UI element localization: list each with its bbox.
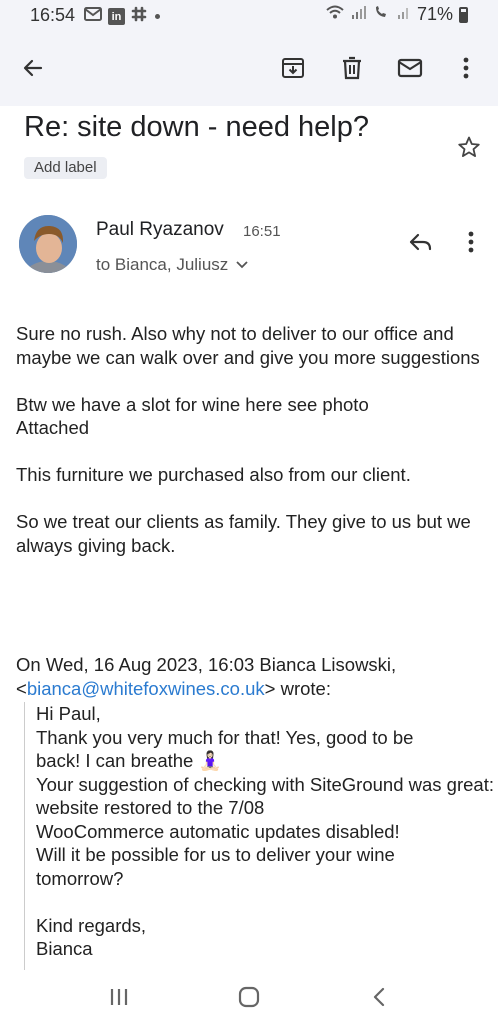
body-paragraph: This furniture we purchased also from ou… xyxy=(16,464,411,485)
quote-line: Thank you very much for that! Yes, good … xyxy=(36,726,414,772)
quote-header: On Wed, 16 Aug 2023, 16:03 Bianca Lisows… xyxy=(16,654,397,675)
quote-line: Will it be possible for us to deliver yo… xyxy=(36,844,395,889)
recent-apps-button[interactable] xyxy=(104,982,134,1012)
star-button[interactable] xyxy=(452,130,486,164)
star-icon xyxy=(458,136,480,157)
back-nav-icon xyxy=(373,987,385,1007)
more-notifications-dot xyxy=(155,14,160,19)
signal-icon-2 xyxy=(397,4,411,25)
delete-icon xyxy=(343,56,361,80)
reply-icon xyxy=(409,233,432,251)
slack-icon xyxy=(131,6,147,27)
mark-unread-button[interactable] xyxy=(392,50,428,86)
reply-button[interactable] xyxy=(404,227,438,257)
quote-line: Kind regards, xyxy=(36,914,147,936)
linkedin-icon: in xyxy=(108,8,125,25)
delete-button[interactable] xyxy=(334,50,370,86)
battery-icon xyxy=(459,6,468,23)
message-body: Sure no rush. Also why not to deliver to… xyxy=(16,322,486,557)
chevron-down-icon xyxy=(236,261,248,269)
home-button[interactable] xyxy=(234,982,264,1012)
navigation-bar xyxy=(0,970,498,1024)
mark-unread-icon xyxy=(397,58,423,78)
archive-icon xyxy=(282,58,304,78)
message-more-button[interactable] xyxy=(456,227,486,257)
back-button[interactable] xyxy=(15,50,51,86)
message-time: 16:51 xyxy=(243,223,281,240)
avatar[interactable] xyxy=(19,215,77,273)
status-bar: 16:54 in 71% xyxy=(0,0,498,30)
recipients-toggle[interactable]: to Bianca, Juliusz xyxy=(96,255,248,275)
email-subject: Re: site down - need help? xyxy=(24,111,369,143)
recipients-text: to Bianca, Juliusz xyxy=(96,255,229,274)
add-label-button[interactable]: Add label xyxy=(24,157,107,179)
body-paragraph: Sure no rush. Also why not to deliver to… xyxy=(16,323,480,368)
archive-button[interactable] xyxy=(275,50,311,86)
system-status: 71% xyxy=(325,4,468,25)
body-paragraph: Btw we have a slot for wine here see pho… xyxy=(16,393,369,439)
body-paragraph: So we treat our clients as family. They … xyxy=(16,511,471,556)
quote-line: Your suggestion of checking with SiteGro… xyxy=(36,773,494,819)
back-icon xyxy=(23,59,43,77)
quote-line: WooCommerce automatic updates disabled! xyxy=(36,820,400,842)
app-bar xyxy=(0,30,498,106)
recent-apps-icon xyxy=(110,989,128,1005)
battery-percent: 71% xyxy=(416,4,453,24)
notification-icons: in xyxy=(84,6,160,27)
back-nav-button[interactable] xyxy=(364,982,394,1012)
home-icon xyxy=(238,986,260,1008)
more-options-button[interactable] xyxy=(448,50,484,86)
gmail-icon xyxy=(84,7,102,26)
more-vert-icon xyxy=(463,57,469,79)
more-vert-icon xyxy=(468,231,474,253)
wifi-calling-icon xyxy=(373,4,391,25)
quoted-message: Hi Paul, Thank you very much for that! Y… xyxy=(24,702,494,970)
quote-line: Hi Paul, xyxy=(36,703,101,724)
quote-line: Bianca xyxy=(36,938,93,959)
status-time: 16:54 xyxy=(30,5,76,25)
quoted-email-link[interactable]: bianca@whitefoxwines.co.uk xyxy=(27,678,265,699)
sender-name[interactable]: Paul Ryazanov xyxy=(96,219,224,241)
wifi-icon xyxy=(325,4,345,25)
signal-icon xyxy=(351,4,367,25)
quote-attribution: On Wed, 16 Aug 2023, 16:03 Bianca Lisows… xyxy=(16,654,397,699)
